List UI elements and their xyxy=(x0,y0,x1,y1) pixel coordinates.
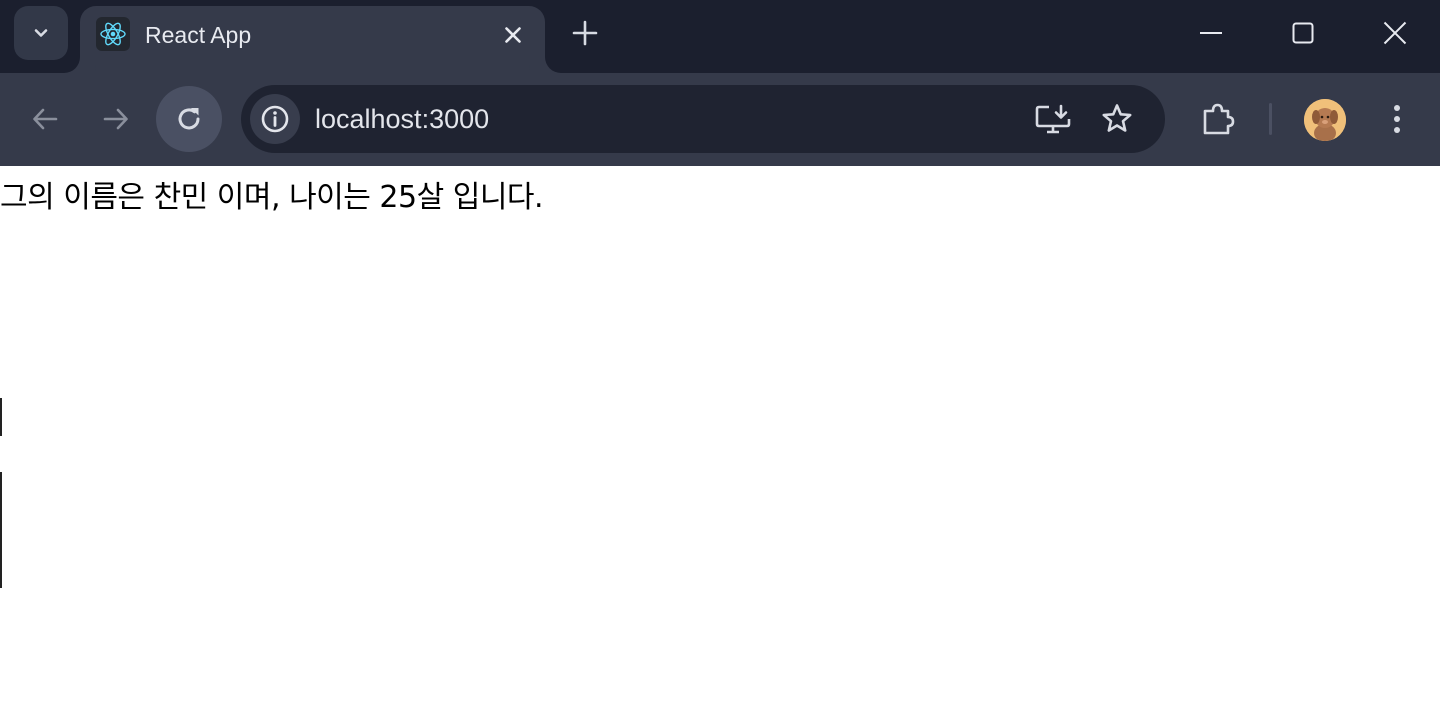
chevron-down-icon xyxy=(34,29,48,37)
window-edge-mark xyxy=(0,398,2,436)
minimize-icon xyxy=(1200,32,1222,34)
tab-react-app[interactable]: React App xyxy=(80,6,545,73)
page-viewport: 그의 이름은 찬민 이며, 나이는 25살 입니다. xyxy=(0,166,1440,718)
bookmark-button[interactable] xyxy=(1097,99,1137,139)
close-icon xyxy=(505,27,521,43)
install-app-button[interactable] xyxy=(1033,99,1073,139)
browser-menu-button[interactable] xyxy=(1374,96,1420,142)
plus-icon xyxy=(572,20,598,46)
url-text[interactable]: localhost:3000 xyxy=(315,104,489,135)
profile-avatar[interactable] xyxy=(1304,99,1346,141)
back-button[interactable] xyxy=(12,86,78,152)
kebab-menu-icon xyxy=(1394,105,1400,133)
site-info-button[interactable] xyxy=(250,94,300,144)
tab-title: React App xyxy=(145,22,252,48)
window-edge-mark xyxy=(0,472,2,588)
close-icon xyxy=(1383,21,1407,45)
maximize-icon xyxy=(1292,22,1314,44)
minimize-button[interactable] xyxy=(1188,10,1234,56)
toolbar-separator xyxy=(1269,103,1272,135)
profile-avatar-image xyxy=(1304,99,1346,141)
install-app-icon xyxy=(1035,104,1071,134)
arrow-right-icon xyxy=(103,108,128,130)
reload-button[interactable] xyxy=(156,86,222,152)
react-logo-icon xyxy=(96,17,130,51)
extensions-button[interactable] xyxy=(1195,96,1241,142)
browser-window: React App localhost:3000 그의 이름은 찬민 이며, 나… xyxy=(0,0,1440,718)
page-text: 그의 이름은 찬민 이며, 나이는 25살 입니다. xyxy=(0,180,544,215)
forward-button[interactable] xyxy=(83,86,149,152)
puzzle-icon xyxy=(1203,103,1235,135)
star-icon xyxy=(1102,104,1132,132)
info-icon xyxy=(261,105,289,133)
browser-toolbar: localhost:3000 xyxy=(0,73,1440,166)
tab-close-button[interactable] xyxy=(498,20,528,50)
arrow-left-icon xyxy=(33,108,58,130)
tab-search-button[interactable] xyxy=(14,6,68,60)
new-tab-button[interactable] xyxy=(566,14,604,52)
close-window-button[interactable] xyxy=(1372,10,1418,56)
reload-icon xyxy=(178,108,200,130)
tab-strip: React App xyxy=(0,0,1440,73)
address-bar[interactable]: localhost:3000 xyxy=(241,85,1165,153)
maximize-button[interactable] xyxy=(1280,10,1326,56)
